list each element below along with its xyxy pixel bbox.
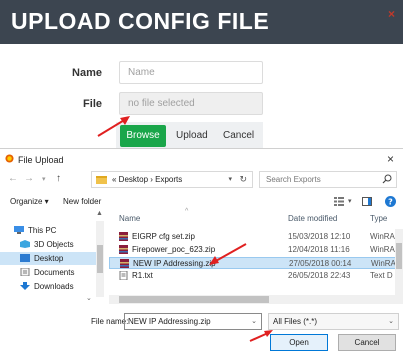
zip-file-icon [119,232,128,241]
close-icon[interactable]: × [388,7,395,21]
desktop-icon [20,254,30,262]
view-options-icon[interactable] [334,197,344,206]
file-type: WinRA [371,259,396,268]
upload-button[interactable]: Upload [176,125,208,147]
back-arrow-icon[interactable]: ← [8,173,18,184]
breadcrumb[interactable]: « Desktop › Exports [112,175,182,184]
nav-item-label: Documents [34,268,75,277]
folder-icon [96,176,107,184]
help-icon[interactable]: ? [385,196,396,207]
address-bar[interactable]: « Desktop › Exports ▾ ↻ [91,171,253,188]
scroll-up-icon[interactable]: ▲ [96,210,103,217]
file-label: File [83,98,102,110]
search-icon[interactable] [382,174,392,184]
file-list-vscroll-thumb[interactable] [396,243,402,269]
config-header: UPLOAD CONFIG FILE × [0,0,403,44]
search-input[interactable]: Search Exports [259,171,397,188]
nav-item-documents[interactable]: Documents [0,266,96,279]
file-name-label: File name: [91,317,129,326]
open-button[interactable]: Open [270,334,328,351]
nav-item-label: Downloads [34,282,74,291]
file-date: 15/03/2018 12:10 [288,232,351,241]
search-placeholder: Search Exports [266,175,321,184]
file-upload-dialog: File Upload × ← → ▾ ↑ « Desktop › Export… [0,148,403,351]
nav-item-label: This PC [28,226,57,235]
nav-scroll-thumb[interactable] [97,245,103,273]
file-type-select[interactable]: All Files (*.*) ⌄ [268,313,399,330]
svg-text:?: ? [388,198,393,207]
zip-file-icon [120,259,129,268]
forward-arrow-icon[interactable]: → [24,173,34,184]
column-name[interactable]: Name [119,214,140,223]
zip-file-icon [119,245,128,254]
file-list-hscrollbar[interactable] [109,295,403,304]
file-name-value: NEW IP Addressing.zip [128,317,211,326]
dialog-close-icon[interactable]: × [387,152,394,166]
nav-item-desktop[interactable]: Desktop [0,252,96,265]
command-bar: Organize ▾ New folder ▾ ? [0,193,403,209]
file-row[interactable]: Firepower_poc_623.zip 12/04/2018 11:16 W… [109,244,403,256]
file-name: R1.txt [132,271,153,280]
documents-icon [20,268,30,276]
file-type: Text D [370,271,393,280]
navigation-pane: This PC 3D Objects Desktop Documents Dow… [0,210,106,307]
dialog-title: File Upload [18,155,64,165]
file-date: 27/05/2018 00:14 [289,259,352,268]
file-name-dropdown-icon[interactable]: ⌄ [251,317,257,325]
up-arrow-icon[interactable]: ↑ [56,173,61,184]
cancel-button[interactable]: Cancel [223,125,254,147]
sort-caret-icon: ^ [185,208,189,215]
file-name: NEW IP Addressing.zip [133,259,216,268]
browser-icon [5,154,14,163]
downloads-icon [20,282,30,290]
address-row: ← → ▾ ↑ « Desktop › Exports ▾ ↻ Search E… [0,171,403,189]
scroll-down-icon[interactable]: ⌄ [86,294,92,302]
address-dropdown-icon[interactable]: ▾ [228,175,232,183]
file-row[interactable]: R1.txt 26/05/2018 22:43 Text D [109,270,403,282]
file-type: WinRA [370,232,395,241]
page-title: UPLOAD CONFIG FILE [11,8,270,34]
config-form: Name Name File no file selected Browse U… [0,44,403,149]
nav-item-this-pc[interactable]: This PC [0,224,96,237]
preview-pane-icon[interactable] [362,197,372,206]
file-type: WinRA [370,245,395,254]
file-type-value: All Files (*.*) [273,317,318,326]
text-file-icon [119,271,128,280]
name-label: Name [72,67,102,79]
file-type-dropdown-icon[interactable]: ⌄ [388,317,394,325]
nav-scrollbar[interactable] [96,221,104,297]
file-row[interactable]: EIGRP cfg set.zip 15/03/2018 12:10 WinRA [109,231,403,243]
file-row-selected[interactable]: NEW IP Addressing.zip 27/05/2018 00:14 W… [109,257,403,269]
dialog-cancel-button[interactable]: Cancel [338,334,396,351]
file-name-input[interactable]: NEW IP Addressing.zip ⌄ [124,313,262,330]
file-field: no file selected [119,92,263,115]
view-dropdown-icon[interactable]: ▾ [348,197,352,205]
name-input[interactable]: Name [119,61,263,84]
nav-item-label: 3D Objects [34,240,74,249]
nav-item-3d-objects[interactable]: 3D Objects [0,238,96,251]
file-name: EIGRP cfg set.zip [132,232,195,241]
column-date[interactable]: Date modified [288,214,337,223]
form-actions: Browse Upload Cancel [116,122,263,149]
refresh-icon[interactable]: ↻ [239,174,247,185]
new-folder-button[interactable]: New folder [63,197,101,206]
file-list-vscrollbar[interactable] [395,229,403,295]
browse-button[interactable]: Browse [120,125,166,147]
nav-item-downloads[interactable]: Downloads [0,280,96,293]
organize-menu[interactable]: Organize ▾ [10,197,49,206]
3d-objects-icon [20,240,30,248]
column-type[interactable]: Type [370,214,387,223]
pc-icon [14,226,24,234]
dialog-buttons: Open Cancel [0,334,403,354]
file-date: 12/04/2018 11:16 [288,245,350,254]
file-name-row: File name: NEW IP Addressing.zip ⌄ All F… [0,313,403,331]
recent-dropdown-icon[interactable]: ▾ [42,175,46,183]
file-name: Firepower_poc_623.zip [132,245,216,254]
file-date: 26/05/2018 22:43 [288,271,351,280]
nav-item-label: Desktop [34,254,64,263]
file-list: Name ^ Date modified Type EIGRP cfg set.… [109,208,403,307]
file-list-hscroll-thumb[interactable] [119,296,269,303]
